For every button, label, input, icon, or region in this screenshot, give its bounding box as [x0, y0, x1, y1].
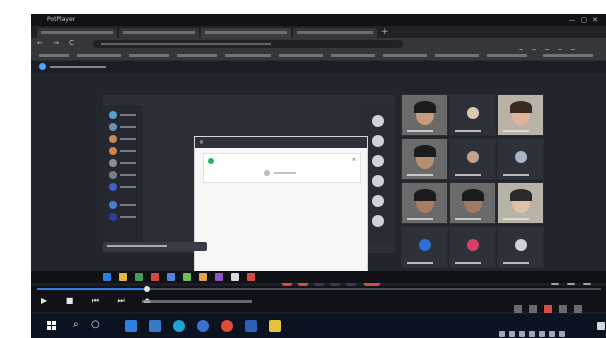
participant-tile[interactable]	[449, 226, 496, 268]
taskbar-app-icon[interactable]	[119, 273, 127, 281]
member-avatar-icon	[372, 135, 384, 147]
task-view-icon[interactable]: ○	[91, 318, 100, 332]
potplayer-icon[interactable]	[269, 320, 281, 332]
recorded-desktop: PotPlayer —▢✕ + ← → C × × ▶ ■ ⏮ ⏭ ⏏ ⌕ ○	[31, 14, 606, 338]
participant-tile[interactable]	[401, 226, 448, 268]
bookmark-item[interactable]	[279, 54, 323, 57]
channel-item[interactable]	[109, 201, 139, 210]
participant-tile[interactable]	[497, 94, 544, 136]
search-icon[interactable]: ⌕	[73, 318, 79, 332]
address-bar[interactable]	[93, 40, 403, 48]
participant-tile[interactable]	[497, 138, 544, 180]
taskbar-app-icon[interactable]	[151, 273, 159, 281]
edge-icon[interactable]	[173, 320, 185, 332]
tools-dialog: × ×	[194, 136, 368, 272]
participant-tile[interactable]	[401, 182, 448, 224]
bookmarks-bar	[31, 50, 606, 61]
windows-taskbar: ⌕ ○	[31, 314, 606, 338]
browser-tab-active[interactable]	[201, 28, 291, 38]
taskbar-app-icon[interactable]	[215, 273, 223, 281]
taskbar-app-icon[interactable]	[149, 320, 161, 332]
player-tool-icons[interactable]	[507, 298, 599, 313]
member-avatar-icon	[372, 175, 384, 187]
channel-item[interactable]	[109, 159, 139, 168]
member-avatar-icon	[372, 115, 384, 127]
bookmark-item[interactable]	[331, 54, 375, 57]
bookmark-item[interactable]	[487, 54, 527, 57]
channel-list	[103, 105, 143, 245]
channel-item[interactable]	[109, 135, 139, 144]
notification-icon[interactable]	[597, 322, 605, 330]
bookmark-item[interactable]	[39, 54, 69, 57]
member-avatar-icon	[372, 215, 384, 227]
tool-card[interactable]: ×	[203, 153, 361, 183]
taskbar-app-icon[interactable]	[247, 273, 255, 281]
member-avatar-icon	[372, 195, 384, 207]
system-tray[interactable]	[495, 322, 567, 337]
chrome-icon[interactable]	[221, 320, 233, 332]
dialog-title	[195, 137, 367, 148]
tool-item-icon	[264, 170, 270, 176]
participant-tile[interactable]	[449, 182, 496, 224]
windows-start-icon[interactable]	[47, 321, 57, 331]
window-controls-icon[interactable]: —▢✕	[569, 14, 603, 26]
channel-item[interactable]	[109, 171, 139, 180]
browser-toolbar: ← → C	[31, 38, 606, 55]
extension-icons[interactable]	[511, 40, 601, 55]
playback-time	[142, 300, 252, 303]
taskbar-app-icon[interactable]	[231, 273, 239, 281]
browser-tab[interactable]	[293, 28, 377, 38]
taskbar-app-icon[interactable]	[167, 273, 175, 281]
tool-card-close-icon[interactable]: ×	[352, 157, 356, 163]
notification-toast[interactable]	[103, 242, 207, 251]
browser-tab[interactable]	[119, 28, 199, 38]
taskbar-app-icon[interactable]	[103, 273, 111, 281]
recorded-taskbar	[31, 271, 606, 283]
meeting-live-icon	[39, 63, 46, 70]
member-avatar-icon	[372, 155, 384, 167]
tool-item-label	[274, 172, 296, 174]
channel-item[interactable]	[109, 111, 139, 120]
player-title-bar[interactable]: PotPlayer —▢✕	[31, 14, 606, 26]
tool-icon	[208, 158, 214, 164]
navigation-icons[interactable]: ← → C	[37, 39, 78, 47]
player-app-name: PotPlayer	[47, 16, 76, 23]
screenshot-frame: PotPlayer —▢✕ + ← → C × × ▶ ■ ⏮ ⏭ ⏏ ⌕ ○	[0, 0, 606, 338]
meeting-header	[31, 61, 606, 73]
channel-item[interactable]	[109, 123, 139, 132]
bookmark-item[interactable]	[383, 54, 427, 57]
channel-item[interactable]	[109, 183, 139, 192]
taskbar-app-icon[interactable]	[183, 273, 191, 281]
participant-tile[interactable]	[449, 94, 496, 136]
channel-item[interactable]	[109, 213, 139, 222]
taskbar-app-icon[interactable]	[199, 273, 207, 281]
bookmark-item[interactable]	[435, 54, 479, 57]
taskbar-app-icon[interactable]	[245, 320, 257, 332]
participant-tile[interactable]	[497, 182, 544, 224]
bookmark-item[interactable]	[543, 54, 593, 57]
browser-tab[interactable]	[37, 28, 117, 38]
meeting-window: × ×	[31, 61, 606, 297]
participant-tile[interactable]	[449, 138, 496, 180]
bookmark-item[interactable]	[77, 54, 121, 57]
participant-tile[interactable]	[401, 138, 448, 180]
bookmark-item[interactable]	[177, 54, 217, 57]
taskbar-app-icon[interactable]	[125, 320, 137, 332]
shared-screen: × ×	[103, 95, 395, 272]
participant-tile[interactable]	[401, 94, 448, 136]
browser-tab-strip: +	[31, 26, 606, 38]
new-tab-icon[interactable]: +	[381, 27, 389, 37]
bookmark-item[interactable]	[225, 54, 271, 57]
taskbar-app-icon[interactable]	[135, 273, 143, 281]
taskbar-app-icon[interactable]	[197, 320, 209, 332]
bookmark-item[interactable]	[129, 54, 169, 57]
participant-tile[interactable]	[497, 226, 544, 268]
meeting-title	[50, 66, 106, 68]
channel-item[interactable]	[109, 147, 139, 156]
dialog-close-icon[interactable]: ×	[199, 137, 204, 148]
player-controls: ▶ ■ ⏮ ⏭ ⏏	[31, 292, 606, 313]
